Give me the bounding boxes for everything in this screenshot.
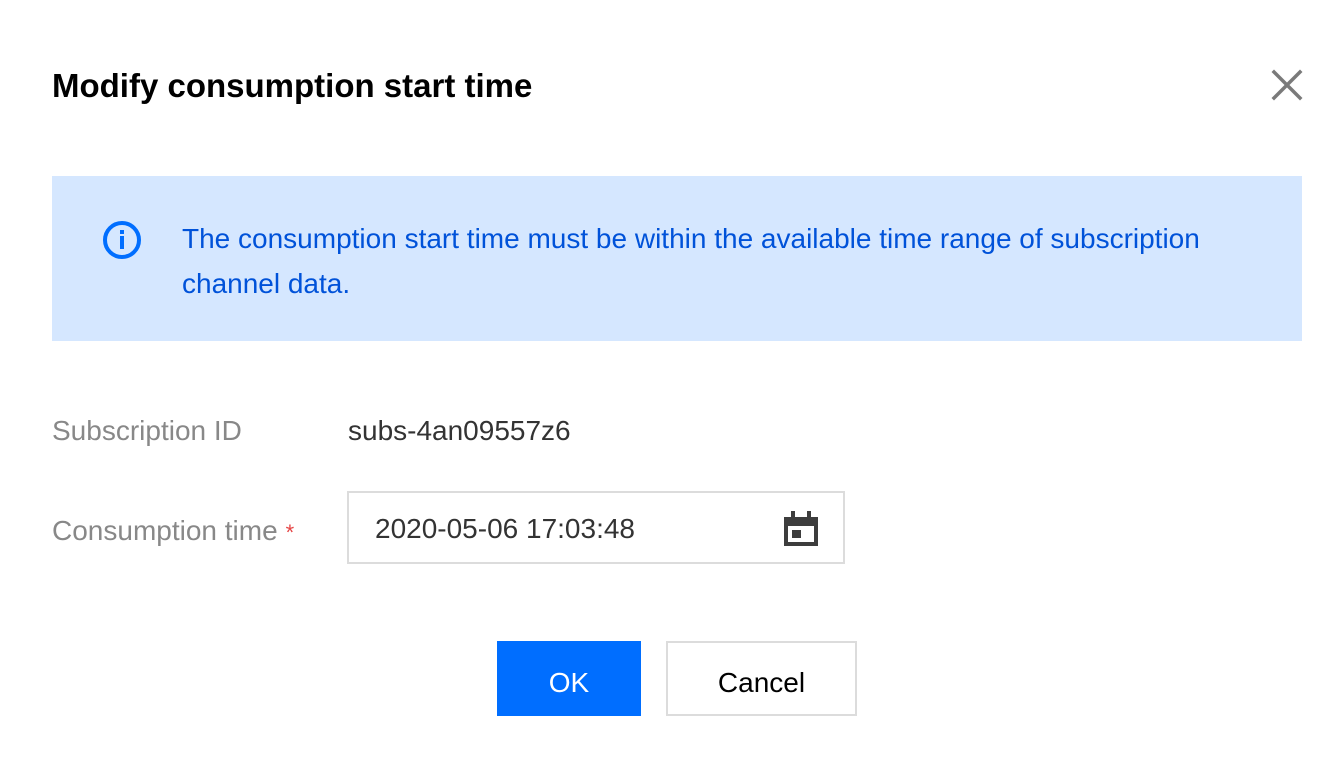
subscription-id-label: Subscription ID (52, 415, 242, 446)
consumption-time-label: Consumption time * (52, 511, 294, 553)
info-banner: The consumption start time must be withi… (52, 176, 1302, 341)
dialog-title: Modify consumption start time (52, 67, 533, 104)
consumption-time-value: 2020-05-06 17:03:48 (375, 513, 635, 544)
info-message: The consumption start time must be withi… (182, 223, 1200, 299)
cancel-button[interactable]: Cancel (666, 641, 857, 716)
required-mark: * (285, 520, 295, 545)
ok-button[interactable]: OK (497, 641, 641, 716)
info-icon (101, 219, 143, 261)
close-button[interactable] (1266, 64, 1308, 106)
modify-consumption-dialog: Modify consumption start time The consum… (0, 0, 1325, 758)
cancel-button-label: Cancel (717, 667, 806, 698)
close-icon (1266, 64, 1308, 106)
consumption-time-label-text: Consumption time (52, 515, 278, 546)
consumption-time-picker[interactable]: 2020-05-06 17:03:48 (347, 491, 845, 564)
ok-button-label: OK (548, 667, 590, 698)
calendar-icon[interactable] (782, 510, 820, 548)
subscription-id-value: subs-4an09557z6 (348, 415, 571, 446)
